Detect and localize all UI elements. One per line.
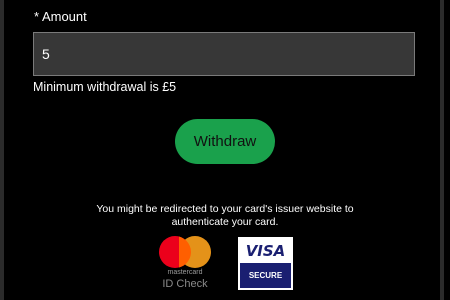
visa-secure-text: SECURE xyxy=(240,263,291,288)
mastercard-id-check-text: ID Check xyxy=(162,278,208,290)
mastercard-word: mastercard xyxy=(167,269,203,276)
visa-secure-icon: VISA SECURE xyxy=(238,237,293,290)
mastercard-overlap xyxy=(179,236,191,268)
amount-label: * Amount xyxy=(34,9,87,24)
amount-input[interactable] xyxy=(33,32,415,76)
redirect-note: You might be redirected to your card's i… xyxy=(96,203,354,228)
withdraw-button[interactable]: Withdraw xyxy=(175,119,275,164)
scrollbar[interactable] xyxy=(440,0,444,300)
minimum-withdrawal-hint: Minimum withdrawal is £5 xyxy=(33,80,177,94)
visa-word: VISA xyxy=(245,242,286,260)
left-frame-bar xyxy=(0,0,4,300)
mastercard-id-check-icon: mastercard ID Check xyxy=(157,236,213,296)
